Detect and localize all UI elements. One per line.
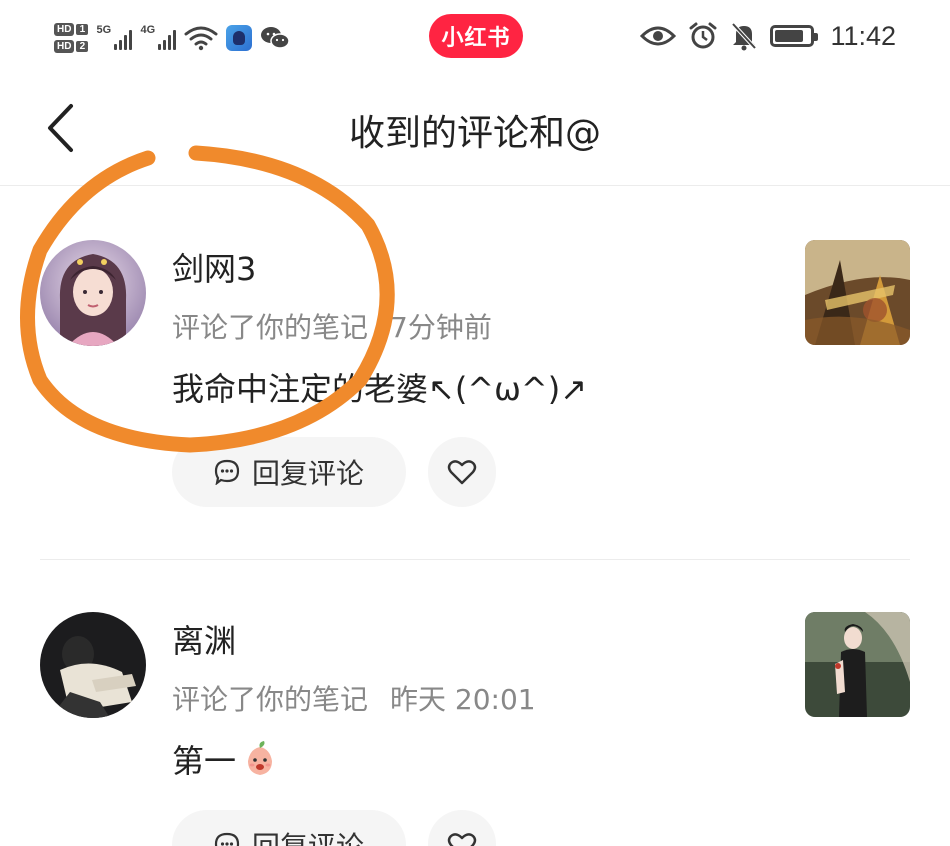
comment-bubble-icon (214, 459, 240, 485)
user-name[interactable]: 离渊 (172, 616, 236, 662)
action-text: 评论了你的笔记 (172, 683, 369, 716)
like-button[interactable] (428, 437, 496, 507)
timestamp: 7分钟前 (390, 311, 492, 344)
comment-text: 第一 (172, 736, 280, 782)
timestamp: 昨天 20:01 (390, 683, 536, 716)
heart-icon (447, 460, 477, 485)
comment-meta: 评论了你的笔记 7分钟前 (172, 306, 492, 346)
user-name[interactable]: 剑网3 (172, 244, 256, 290)
comment-item[interactable]: 离渊 评论了你的笔记昨天 20:01 第一 回复评论 (0, 560, 950, 846)
note-thumbnail[interactable] (805, 240, 910, 345)
reply-label: 回复评论 (252, 825, 364, 846)
reply-label: 回复评论 (251, 457, 364, 490)
action-text: 评论了你的笔记 (172, 311, 369, 344)
reply-button[interactable]: 回复评论 (172, 437, 406, 507)
peach-emoji-icon (248, 741, 273, 775)
note-thumbnail[interactable] (805, 612, 910, 717)
comment-bubble-icon (214, 832, 240, 846)
screen: HD 1 HD 2 5G 4G 小红书 11:42 收到的评论和@ 剑网3 评论… (0, 0, 950, 846)
comment-meta: 评论了你的笔记 昨天 20:01 (172, 678, 536, 718)
heart-icon (447, 833, 477, 846)
avatar[interactable] (40, 240, 146, 346)
comment-text: 我命中注定的老婆↖(^ω^)↗ (172, 370, 588, 408)
avatar[interactable] (40, 612, 146, 718)
like-button[interactable] (428, 810, 496, 846)
comment-item[interactable]: 剑网3 评论了你的笔记 7分钟前 我命中注定的老婆↖(^ω^)↗ 回复评论 (0, 0, 950, 560)
reply-button[interactable]: 回复评论 (172, 810, 406, 846)
comment-text-content: 第一 (172, 742, 237, 780)
